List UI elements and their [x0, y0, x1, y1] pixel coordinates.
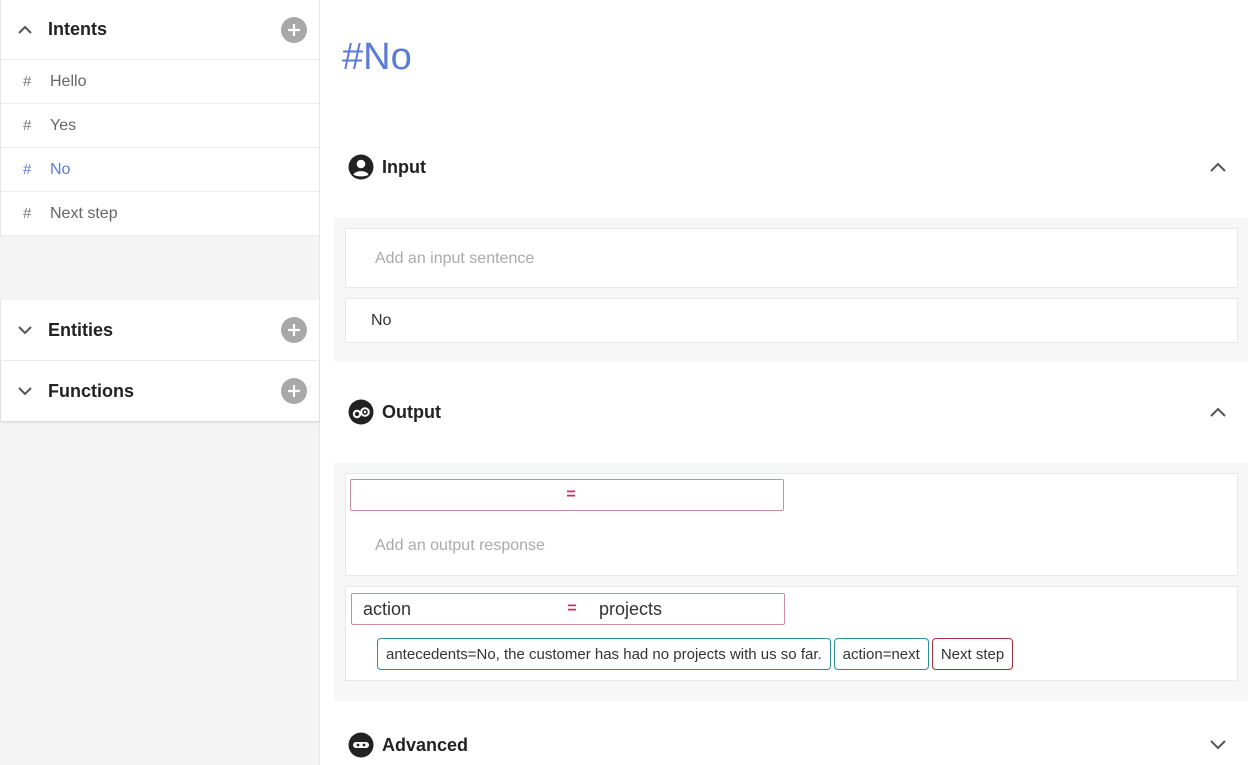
page-title: #No: [342, 36, 412, 78]
assignment-key[interactable]: action: [352, 599, 557, 620]
input-sentence-row[interactable]: No: [345, 298, 1238, 343]
output-response-row: action = projects antecedents=No, the cu…: [345, 586, 1238, 681]
add-function-button[interactable]: [281, 378, 307, 404]
chip-antecedents[interactable]: antecedents=No, the customer has had no …: [377, 638, 831, 670]
equals-sign: =: [566, 486, 576, 503]
input-section-header[interactable]: Input: [348, 152, 1226, 182]
add-intent-button[interactable]: [281, 16, 307, 43]
functions-header[interactable]: Functions: [1, 361, 319, 422]
output-placeholder[interactable]: Add an output response: [375, 537, 545, 555]
chevron-down-icon[interactable]: [17, 322, 33, 338]
plus-icon: [288, 23, 300, 36]
output-section-header[interactable]: Output: [348, 397, 1226, 427]
assignment-value[interactable]: projects: [587, 599, 662, 620]
entities-title: Entities: [48, 319, 114, 340]
functions-panel: Functions: [0, 361, 319, 422]
input-sentence-text[interactable]: No: [371, 312, 391, 330]
output-response-card: = Add an output response: [345, 473, 1238, 576]
chevron-down-icon[interactable]: [1208, 735, 1228, 755]
advanced-section-header[interactable]: Advanced: [348, 730, 1226, 760]
user-icon: [348, 154, 374, 180]
intent-item-label: Hello: [50, 72, 87, 90]
intent-item-yes[interactable]: # Yes: [1, 104, 319, 148]
sidebar-gap: [0, 236, 319, 300]
output-section-title: Output: [382, 401, 441, 422]
robot-icon: [348, 399, 374, 425]
equals-sign: =: [567, 600, 577, 617]
empty-assignment[interactable]: =: [350, 479, 784, 511]
entities-header[interactable]: Entities: [1, 300, 319, 361]
add-entity-button[interactable]: [281, 317, 307, 343]
action-assignment[interactable]: action = projects: [351, 593, 785, 625]
input-placeholder[interactable]: Add an input sentence: [375, 250, 534, 268]
plus-icon: [288, 385, 300, 397]
ninja-icon: [348, 732, 374, 758]
advanced-section-title: Advanced: [382, 734, 469, 755]
chip-next-step[interactable]: Next step: [931, 638, 1014, 670]
input-sentence-field[interactable]: Add an input sentence: [345, 228, 1238, 288]
output-block: = Add an output response action = projec…: [334, 463, 1248, 701]
chip-action[interactable]: action=next: [833, 638, 929, 670]
chevron-down-icon[interactable]: [17, 383, 33, 399]
intent-item-hello[interactable]: # Hello: [1, 60, 319, 104]
chip-list: antecedents=No, the customer has had no …: [377, 638, 1014, 670]
intent-item-label: Next step: [50, 204, 118, 222]
chevron-up-icon[interactable]: [1208, 402, 1228, 422]
intent-item-label: No: [50, 160, 71, 178]
hash-icon: #: [23, 161, 32, 178]
hash-icon: #: [23, 117, 32, 134]
intents-title: Intents: [48, 19, 108, 39]
intents-header[interactable]: Intents: [1, 0, 319, 60]
intents-panel: Intents # Hello # Yes # No # Next step: [0, 0, 319, 236]
input-section-title: Input: [382, 156, 426, 177]
sidebar: Intents # Hello # Yes # No # Next step E…: [0, 0, 320, 765]
intent-item-next-step[interactable]: # Next step: [1, 192, 319, 236]
hash-icon: #: [23, 73, 32, 90]
hash-icon: #: [23, 205, 32, 222]
intent-item-label: Yes: [50, 116, 77, 134]
input-block: Add an input sentence No: [334, 218, 1248, 362]
chevron-up-icon[interactable]: [17, 22, 33, 38]
chevron-up-icon[interactable]: [1208, 157, 1228, 177]
functions-title: Functions: [48, 380, 134, 401]
main-content: #No Input Add an input sentence No Outpu…: [320, 0, 1248, 765]
intent-item-no[interactable]: # No: [1, 148, 319, 192]
entities-panel: Entities: [0, 300, 319, 361]
plus-icon: [288, 324, 300, 336]
